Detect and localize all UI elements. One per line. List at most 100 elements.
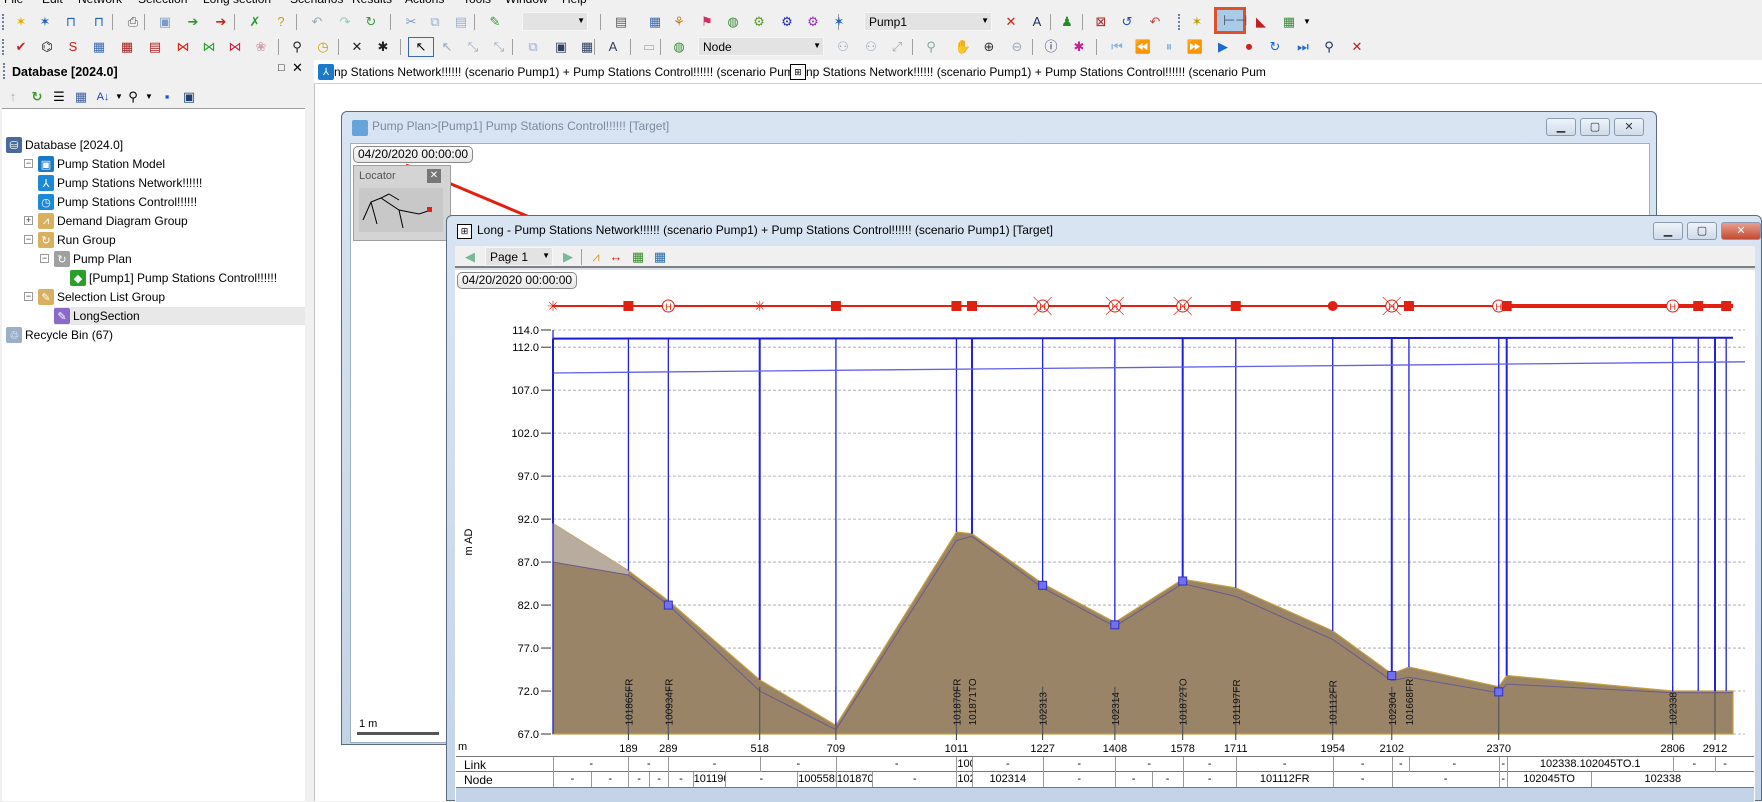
empty-combo[interactable]: ▼ [522, 12, 588, 31]
tree-item[interactable]: ⅄ Pump Stations Network!!!!!! [38, 174, 202, 192]
text-icon[interactable]: A [604, 38, 622, 56]
refresh-icon[interactable]: ↻ [28, 88, 46, 106]
collapse-toggle[interactable]: − [24, 292, 33, 301]
find-window-icon[interactable]: ▣ [180, 88, 198, 106]
sort-window-icon[interactable]: ▦ [72, 88, 90, 106]
tree-item[interactable]: ⛁ Database [2024.0] [6, 136, 123, 154]
cut-icon[interactable]: ✂ [402, 13, 420, 31]
close-icon[interactable]: ✕ [348, 38, 366, 56]
gear-green-icon[interactable]: ⚙ [750, 13, 768, 31]
long-section-chart[interactable]: 04/20/2020 00:00:00 [455, 270, 1755, 802]
list-icon[interactable]: ☰ [50, 88, 68, 106]
new-database-icon[interactable]: ✶ [12, 13, 30, 31]
menu-selection[interactable]: Selection [138, 0, 187, 6]
pen-icon[interactable]: ✎ [486, 13, 504, 31]
zoom-out-icon[interactable]: ⊖ [1008, 38, 1026, 56]
table-delete-icon[interactable]: ⊠ [1092, 13, 1110, 31]
minimize-button[interactable]: ▁ [1653, 222, 1683, 240]
menu-file[interactable]: File [4, 0, 23, 6]
blob-icon[interactable]: ❀ [252, 38, 270, 56]
grid-config-icon[interactable]: ▦ [651, 248, 669, 266]
chevron-down-icon[interactable]: ▼ [1298, 13, 1316, 31]
hierarchy-icon[interactable]: ▪ [158, 88, 176, 106]
flag-icon[interactable]: ⚑ [698, 13, 716, 31]
link-icon[interactable]: ⧉ [524, 38, 542, 56]
xy-clock-icon[interactable]: ◷ [314, 38, 332, 56]
gear-purple-icon[interactable]: ⚙ [804, 13, 822, 31]
maximize-button[interactable]: ▢ [1580, 118, 1610, 136]
object-type-combo[interactable]: Node ▼ [698, 37, 824, 56]
table-icon[interactable]: ▦ [118, 38, 136, 56]
chart-icon[interactable]: ◣ [1252, 13, 1270, 31]
pointer-icon[interactable]: ✱ [1070, 38, 1088, 56]
panel-float-button[interactable]: □ [278, 62, 285, 74]
properties-icon[interactable]: ▤ [612, 13, 630, 31]
save-icon[interactable]: ▣ [156, 13, 174, 31]
new-object-icon[interactable]: ✶ [36, 13, 54, 31]
network-refresh-icon[interactable]: ↺ [1118, 13, 1136, 31]
stop-icon[interactable]: ✕ [1348, 38, 1366, 56]
panel-grip[interactable] [3, 63, 5, 79]
menu-long-section[interactable]: Long section [203, 0, 271, 6]
fast-forward-icon[interactable]: ⏭ [1294, 38, 1312, 56]
window-icon[interactable]: ▣ [552, 38, 570, 56]
locator-close-button[interactable]: ✕ [427, 169, 441, 183]
menu-tools[interactable]: Tools [463, 0, 491, 6]
network-red-icon[interactable]: ⋈ [174, 38, 192, 56]
menu-window[interactable]: Window [505, 0, 548, 6]
previous-page-icon[interactable]: ◀ [461, 248, 479, 266]
help-icon[interactable]: ? [272, 13, 290, 31]
scenario-combo[interactable]: Pump1 ▼ [864, 12, 992, 31]
collapse-toggle[interactable]: − [24, 235, 33, 244]
network-mixed-icon[interactable]: ⋈ [226, 38, 244, 56]
find-dropdown-icon[interactable]: ▼ [140, 88, 158, 106]
tree-item[interactable]: ♲ Recycle Bin (67) [6, 326, 113, 344]
tree-item[interactable]: ◆ [Pump1] Pump Stations Control!!!!!! [70, 269, 277, 287]
check-icon[interactable]: ✔ [12, 38, 30, 56]
play-icon[interactable]: ▶ [1214, 38, 1232, 56]
export-icon[interactable]: ➔ [184, 13, 202, 31]
collapse-toggle[interactable]: − [24, 159, 33, 168]
tree-item[interactable]: ✎ LongSection [54, 307, 305, 325]
globe-icon[interactable]: ◍ [724, 13, 742, 31]
step-forward-icon[interactable]: ⏩ [1186, 38, 1204, 56]
globe-icon[interactable]: ◍ [670, 38, 688, 56]
toolbar-grip[interactable] [2, 39, 4, 55]
network-green-icon[interactable]: ⋈ [200, 38, 218, 56]
tree-select-icon[interactable]: ⚇ [862, 38, 880, 56]
tab-network-1[interactable]: ⅄ np Stations Network!!!!!! (scenario Pu… [318, 63, 794, 81]
fence-icon[interactable]: ⤢ [888, 38, 906, 56]
menu-scenarios[interactable]: Scenarios [290, 0, 343, 6]
expand-toggle[interactable]: + [24, 216, 33, 225]
binoculars-icon[interactable]: ⚲ [1320, 38, 1338, 56]
refresh-icon[interactable]: ↻ [362, 13, 380, 31]
chart-window-icon[interactable]: ▤ [146, 38, 164, 56]
tree-item[interactable]: ↻ Pump Plan [54, 250, 132, 268]
import-icon[interactable]: ➔ [212, 13, 230, 31]
hand-icon[interactable]: ✋ [954, 38, 972, 56]
select-polygon-icon[interactable]: ⤡ [464, 38, 482, 56]
tree-item[interactable]: ⩘ Demand Diagram Group [38, 212, 188, 230]
close-button[interactable]: ✕ [1614, 118, 1644, 136]
wand-icon[interactable]: ✶ [1188, 13, 1206, 31]
undo-icon[interactable]: ↶ [308, 13, 326, 31]
bug-icon[interactable]: ✱ [374, 38, 392, 56]
menu-results[interactable]: Results [352, 0, 392, 6]
tree-item[interactable]: ↻ Run Group [38, 231, 116, 249]
step-back-icon[interactable]: ⏪ [1134, 38, 1152, 56]
pan-select-icon[interactable]: ⚇ [834, 38, 852, 56]
menu-network[interactable]: Network [78, 0, 122, 6]
grid-add-icon[interactable]: ▦ [1280, 13, 1298, 31]
zoom-in-icon[interactable]: ⊕ [980, 38, 998, 56]
tree-item[interactable]: ▣ Pump Station Model [38, 155, 165, 173]
redo-icon[interactable]: ↷ [336, 13, 354, 31]
rewind-icon[interactable]: ⏮ [1108, 38, 1126, 56]
tree-item[interactable]: ◷ Pump Stations Control!!!!!! [38, 193, 197, 211]
panel-close-button[interactable]: ✕ [292, 60, 303, 76]
menu-actions[interactable]: Actions [405, 0, 444, 6]
distance-icon[interactable]: ↔ [607, 248, 625, 266]
tree-icon[interactable]: ⚘ [670, 13, 688, 31]
grid-icon[interactable]: ▦ [646, 13, 664, 31]
delete-scenario-icon[interactable]: ✕ [1002, 13, 1020, 31]
collapse-toggle[interactable]: − [40, 254, 49, 263]
